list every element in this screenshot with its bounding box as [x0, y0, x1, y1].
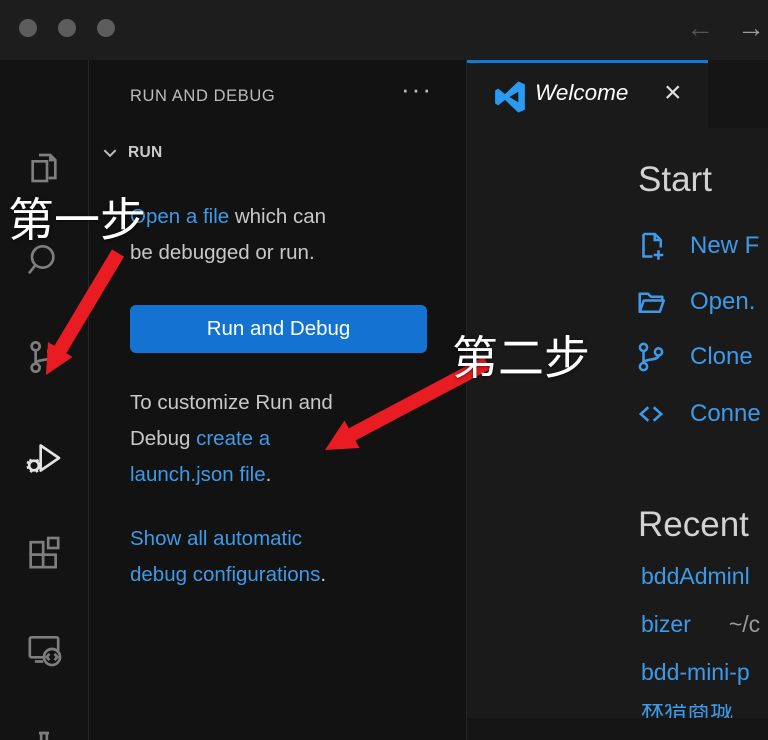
tab-welcome-label: Welcome [535, 80, 628, 106]
recent-heading: Recent [638, 505, 749, 545]
chevron-down-icon [101, 144, 119, 162]
customize-line1: To customize Run and [130, 385, 430, 421]
source-control-icon[interactable] [23, 336, 65, 378]
testing-icon[interactable] [23, 725, 65, 740]
start-item-connect[interactable]: Conne [633, 393, 761, 435]
open-file-hint: Open a file which canbe debugged or run. [130, 199, 430, 271]
show-all-configs-hint: Show all automatic debug configurations. [130, 521, 430, 593]
recent-item[interactable]: bdd-mini-p [641, 659, 750, 686]
run-and-debug-button[interactable]: Run and Debug [130, 305, 427, 353]
explorer-icon[interactable] [23, 147, 65, 189]
sidebar-title: RUN AND DEBUG [130, 87, 275, 106]
run-and-debug-sidebar: RUN AND DEBUG ··· RUN Open a file which … [89, 60, 466, 740]
remote-explorer-icon[interactable] [23, 628, 65, 670]
run-section-label: RUN [128, 144, 162, 162]
open-file-hint-rest: which can [229, 205, 326, 228]
show-all-configs-dot: . [320, 563, 326, 586]
start-item-new-file[interactable]: New F [633, 225, 759, 267]
editor-area: Welcome × Start New F Open. Clone Conne … [466, 60, 768, 740]
customize-line2-text: Debug [130, 427, 196, 450]
minimize-window-button[interactable] [58, 19, 76, 37]
recent-item-clipped[interactable]: 林猎商城 [641, 704, 768, 718]
run-section-header[interactable]: RUN [101, 144, 162, 162]
step2-annotation: 第二步 [452, 322, 590, 388]
vscode-logo-icon [494, 81, 526, 113]
run-and-debug-icon[interactable] [23, 437, 65, 479]
activity-bar [0, 60, 89, 740]
close-tab-icon[interactable]: × [664, 76, 682, 110]
create-launch-json-link[interactable]: create a [196, 427, 270, 450]
title-bar: ← → [0, 0, 768, 60]
customize-line3-text: . [266, 463, 272, 486]
navigate-forward-icon[interactable]: → [737, 9, 765, 47]
create-launch-json-link-line2[interactable]: launch.json file [130, 463, 266, 486]
start-heading: Start [638, 160, 712, 200]
show-all-configs-link-line2[interactable]: debug configurations [130, 563, 320, 586]
git-branch-icon [633, 339, 669, 375]
step1-annotation: 第一步 [8, 184, 146, 250]
recent-item-path: ~/c [729, 611, 760, 637]
tab-welcome[interactable]: Welcome × [467, 60, 708, 128]
start-item-clone[interactable]: Clone [633, 336, 753, 378]
open-folder-icon [633, 284, 669, 320]
tab-bar: Welcome × [467, 60, 768, 128]
new-file-icon [633, 228, 669, 264]
open-file-hint-line2: be debugged or run. [130, 235, 430, 271]
zoom-window-button[interactable] [97, 19, 115, 37]
recent-item[interactable]: bizer~/c [641, 611, 760, 638]
navigate-back-icon[interactable]: ← [686, 9, 714, 47]
start-item-open[interactable]: Open. [633, 281, 755, 323]
editor-bottom-strip [467, 718, 768, 740]
vscode-window: ← → RUN AND DEBUG ··· RUN [0, 0, 768, 740]
extensions-icon[interactable] [23, 532, 65, 574]
show-all-configs-link[interactable]: Show all automatic [130, 521, 430, 557]
close-window-button[interactable] [19, 19, 37, 37]
recent-item[interactable]: bddAdminl [641, 563, 750, 590]
customize-hint: To customize Run and Debug create a laun… [130, 385, 430, 493]
more-actions-icon[interactable]: ··· [401, 74, 433, 105]
remote-connect-icon [633, 396, 669, 432]
